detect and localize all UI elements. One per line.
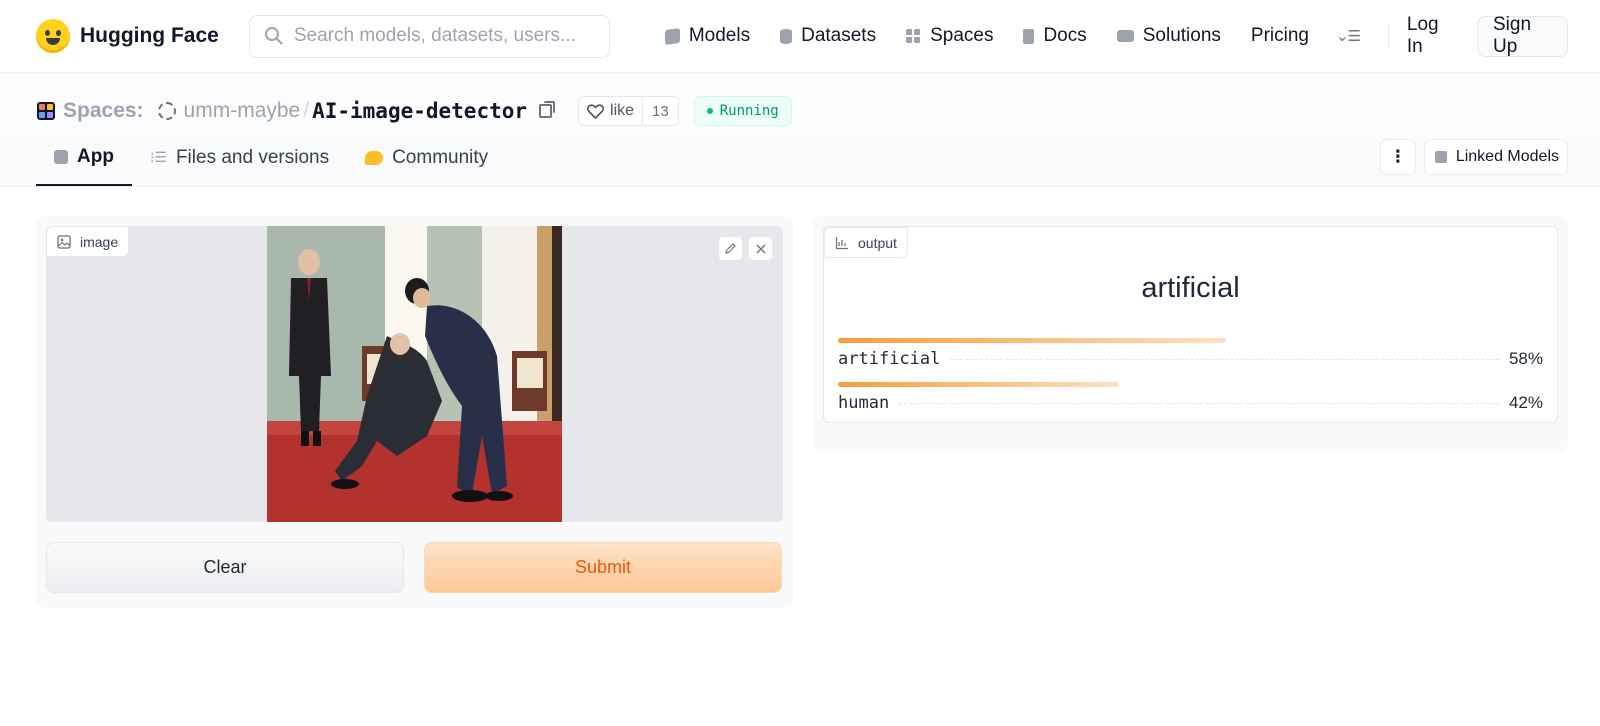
path-separator: / xyxy=(303,99,310,122)
output-panel: output artificial artificial 58% human 4… xyxy=(813,216,1568,451)
nav-docs-label: Docs xyxy=(1043,25,1087,46)
confidence-row: human 42% xyxy=(838,382,1543,413)
spaces-logo-icon xyxy=(37,102,55,120)
image-label-text: image xyxy=(80,233,119,250)
input-panel: image Clear Submit xyxy=(36,216,793,608)
image-icon xyxy=(57,234,71,249)
nav-datasets-label: Datasets xyxy=(801,25,877,46)
like-button[interactable]: like xyxy=(579,97,642,125)
briefcase-icon xyxy=(1116,30,1134,42)
community-icon xyxy=(365,151,384,165)
nav-spaces[interactable]: Spaces xyxy=(891,25,1008,47)
grid-icon xyxy=(906,28,921,44)
more-options-button[interactable]: ⋮ xyxy=(1379,139,1416,175)
image-upload[interactable]: image xyxy=(46,226,783,522)
cube-icon xyxy=(54,150,68,164)
output-label-text: output xyxy=(858,234,897,251)
clear-button[interactable]: Clear xyxy=(46,542,404,593)
repo-name-link[interactable]: AI-image-detector xyxy=(312,99,527,123)
login-link[interactable]: Log In xyxy=(1401,14,1471,58)
output-field-label: output xyxy=(824,227,908,258)
uploaded-photo xyxy=(267,226,562,522)
bar-chart-icon xyxy=(835,236,848,249)
uploaded-photo-image xyxy=(267,226,562,522)
image-tools xyxy=(718,236,773,261)
nav-models-label: Models xyxy=(688,25,751,46)
signup-button[interactable]: Sign Up xyxy=(1477,14,1568,57)
nav-models[interactable]: Models xyxy=(650,25,765,47)
confidence-label: artificial xyxy=(838,349,941,369)
search-placeholder: Search models, datasets, users... xyxy=(293,25,576,46)
space-header: Spaces: umm-maybe / AI-image-detector li… xyxy=(0,73,1600,187)
file-list-icon: ⁝☰ xyxy=(149,150,167,166)
owner-link[interactable]: umm-maybe xyxy=(184,99,301,123)
confidence-value: 58% xyxy=(1508,349,1543,368)
dotted-leader xyxy=(899,403,1499,404)
space-title-row: Spaces: umm-maybe / AI-image-detector li… xyxy=(37,94,792,128)
confidence-label: human xyxy=(838,393,890,413)
nav-pricing[interactable]: Pricing xyxy=(1236,25,1324,47)
cube-icon xyxy=(1434,151,1447,163)
dotted-leader xyxy=(950,359,1499,360)
edit-image-button[interactable] xyxy=(718,236,743,261)
remove-image-button[interactable] xyxy=(748,236,773,261)
confidence-bar xyxy=(838,382,1120,387)
tab-community-label: Community xyxy=(392,147,489,168)
nav-solutions-label: Solutions xyxy=(1142,25,1221,46)
confidence-line: artificial 58% xyxy=(838,349,1543,369)
document-icon xyxy=(1023,28,1035,44)
brand-name: Hugging Face xyxy=(80,24,219,47)
nav-spaces-label: Spaces xyxy=(930,25,994,46)
predicted-label: artificial xyxy=(1141,272,1240,304)
linked-models-label: Linked Models xyxy=(1455,148,1559,165)
nav-links: Models Datasets Spaces Docs Solutions Pr… xyxy=(650,14,1568,58)
confidence-row: artificial 58% xyxy=(838,338,1543,369)
action-buttons: Clear Submit xyxy=(46,542,783,593)
confidence-value: 42% xyxy=(1508,393,1543,412)
pencil-icon xyxy=(725,243,736,254)
nav-pricing-label: Pricing xyxy=(1250,25,1309,46)
nav-docs[interactable]: Docs xyxy=(1008,25,1101,47)
copy-icon[interactable] xyxy=(539,101,556,118)
space-tabs: App ⁝☰ Files and versions Community xyxy=(36,130,506,186)
tab-community[interactable]: Community xyxy=(347,130,506,186)
database-icon xyxy=(780,28,793,44)
like-label: like xyxy=(610,102,635,119)
status-text: Running xyxy=(719,103,779,119)
more-menu-icon[interactable]: ⌄☰ xyxy=(1324,27,1372,45)
hugging-face-logo-icon xyxy=(36,19,70,53)
cube-icon xyxy=(664,27,680,45)
status-badge: Running xyxy=(693,96,792,126)
tab-files-and-versions[interactable]: ⁝☰ Files and versions xyxy=(132,130,347,186)
spaces-label[interactable]: Spaces: xyxy=(63,99,144,123)
nav-datasets[interactable]: Datasets xyxy=(765,25,891,47)
like-count[interactable]: 13 xyxy=(642,97,678,125)
top-navigation: Hugging Face Search models, datasets, us… xyxy=(0,0,1600,73)
confidence-line: human 42% xyxy=(838,393,1543,413)
confidence-bar xyxy=(838,338,1227,343)
submit-button[interactable]: Submit xyxy=(424,542,782,593)
image-field-label: image xyxy=(46,226,130,257)
close-icon xyxy=(756,244,765,253)
heart-icon xyxy=(587,103,605,119)
tab-app[interactable]: App xyxy=(36,130,132,186)
brand-link[interactable]: Hugging Face xyxy=(36,19,219,53)
search-input[interactable]: Search models, datasets, users... xyxy=(248,14,610,58)
nav-solutions[interactable]: Solutions xyxy=(1102,25,1236,47)
like-widget: like 13 xyxy=(578,96,679,126)
linked-models-button[interactable]: Linked Models xyxy=(1423,139,1568,175)
owner-avatar-icon[interactable] xyxy=(157,102,176,120)
status-dot-icon xyxy=(706,108,713,114)
output-label-component: output artificial artificial 58% human 4… xyxy=(823,226,1558,423)
tab-app-label: App xyxy=(77,146,114,167)
tab-files-label: Files and versions xyxy=(175,147,330,168)
header-actions: ⋮ Linked Models xyxy=(1379,139,1568,175)
nav-divider xyxy=(1388,23,1389,49)
search-icon xyxy=(264,27,283,45)
